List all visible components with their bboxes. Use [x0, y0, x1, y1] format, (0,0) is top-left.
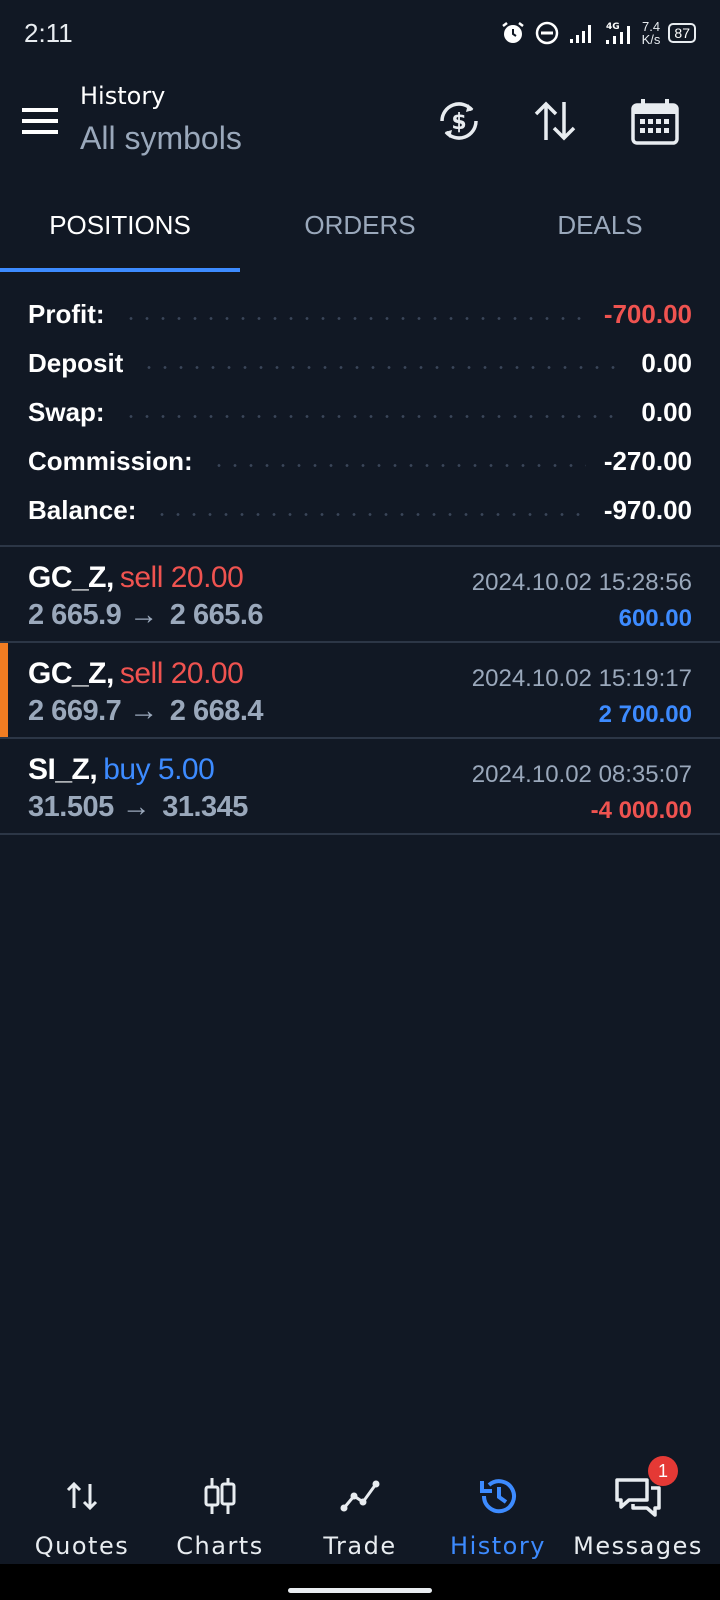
- summary-value: 0.00: [641, 348, 692, 378]
- dotted-leader: [122, 317, 586, 320]
- summary-commission: Commission: -270.00: [28, 437, 692, 486]
- currency-refresh-icon[interactable]: $: [434, 96, 484, 146]
- do-not-disturb-icon: [535, 21, 558, 45]
- deal-symbol: GC_Z, sell 20.00: [28, 561, 244, 594]
- summary-label: Commission:: [28, 446, 193, 476]
- summary-value: -700.00: [603, 299, 692, 329]
- status-time: 2:11: [24, 18, 73, 48]
- alarm-icon: [501, 22, 524, 43]
- unread-badge: 1: [648, 1456, 678, 1486]
- list-item[interactable]: SI_Z, buy 5.00 31.505 → 31.345 2024.10.02 0…: [0, 739, 720, 833]
- tab-orders[interactable]: ORDERS: [240, 190, 480, 268]
- menu-icon[interactable]: [22, 106, 58, 136]
- nav-label: Trade: [323, 1532, 397, 1560]
- nav-messages[interactable]: 1 Messages: [566, 1454, 710, 1564]
- nav-history[interactable]: History: [426, 1454, 570, 1564]
- dotted-leader: [154, 513, 586, 516]
- app-header: History All symbols $: [0, 66, 720, 190]
- trade-icon: [340, 1480, 380, 1512]
- tab-deals[interactable]: DEALS: [480, 190, 720, 268]
- summary-label: Profit:: [28, 299, 105, 329]
- list-item[interactable]: GC_Z, sell 20.00 2 665.9 → 2 665.6 2024.10.…: [0, 547, 720, 641]
- deal-side: buy 5.00: [103, 753, 215, 786]
- tab-positions[interactable]: POSITIONS: [0, 190, 240, 268]
- summary-profit: Profit: -700.00: [28, 290, 692, 339]
- status-bar: 2:11 4G 7.4 K/s 87: [0, 0, 720, 66]
- symbol-filter[interactable]: All symbols: [80, 120, 242, 157]
- charts-icon: [204, 1478, 236, 1514]
- deal-time: 2024.10.02 15:19:17: [471, 665, 692, 692]
- deal-time: 2024.10.02 15:28:56: [471, 569, 692, 596]
- deal-symbol: GC_Z, sell 20.00: [28, 657, 244, 690]
- summary-value: 0.00: [641, 397, 692, 427]
- nav-trade[interactable]: Trade: [288, 1454, 432, 1564]
- network-speed: 7.4 K/s: [641, 19, 661, 47]
- home-indicator[interactable]: [288, 1588, 432, 1593]
- nav-label: History: [450, 1532, 546, 1560]
- deal-profit: 2 700.00: [598, 701, 692, 728]
- nav-label: Messages: [573, 1532, 703, 1560]
- arrow-icon: →: [129, 599, 158, 631]
- page-title: History: [80, 82, 166, 110]
- nav-quotes[interactable]: Quotes: [10, 1454, 154, 1564]
- svg-text:4G: 4G: [606, 22, 620, 32]
- signal-4g-icon: 4G: [605, 22, 630, 44]
- active-tab-indicator: [0, 268, 240, 272]
- list-item[interactable]: GC_Z, sell 20.00 2 669.7 → 2 668.4 2024.10.…: [0, 643, 720, 737]
- deal-prices: 2 665.9 → 2 665.6: [28, 599, 264, 631]
- quotes-icon: [66, 1481, 98, 1511]
- divider: [0, 833, 720, 835]
- sort-icon[interactable]: [530, 96, 580, 146]
- dotted-leader: [141, 366, 624, 369]
- svg-text:$: $: [451, 110, 466, 135]
- nav-charts[interactable]: Charts: [148, 1454, 292, 1564]
- nav-label: Charts: [176, 1532, 264, 1560]
- dotted-leader: [210, 464, 586, 467]
- bottom-navigation: Quotes Charts Trade History 1 Messages: [0, 1454, 720, 1564]
- summary-value: -270.00: [603, 446, 692, 476]
- summary-balance: Balance: -970.00: [28, 486, 692, 535]
- summary-value: -970.00: [603, 495, 692, 525]
- summary-swap: Swap: 0.00: [28, 388, 692, 437]
- dotted-leader: [122, 415, 624, 418]
- status-icons: 4G 7.4 K/s 87: [500, 18, 696, 48]
- deal-prices: 2 669.7 → 2 668.4: [28, 695, 264, 727]
- summary-label: Deposit: [28, 348, 124, 378]
- history-icon: [480, 1479, 516, 1514]
- summary-deposit: Deposit 0.00: [28, 339, 692, 388]
- summary-label: Balance:: [28, 495, 137, 525]
- deal-symbol: SI_Z, buy 5.00: [28, 753, 215, 786]
- deal-profit: 600.00: [618, 605, 692, 632]
- arrow-icon: →: [129, 695, 158, 727]
- summary-label: Swap:: [28, 397, 105, 427]
- deal-side: sell 20.00: [119, 657, 244, 690]
- calendar-icon[interactable]: [630, 96, 680, 146]
- history-tabs: POSITIONS ORDERS DEALS: [0, 190, 720, 272]
- system-navigation-bar: [0, 1564, 720, 1600]
- deal-side: sell 20.00: [119, 561, 244, 594]
- deal-prices: 31.505 → 31.345: [28, 791, 248, 823]
- nav-label: Quotes: [34, 1532, 130, 1560]
- deal-profit: -4 000.00: [590, 797, 692, 824]
- arrow-icon: →: [121, 791, 151, 823]
- deal-time: 2024.10.02 08:35:07: [471, 761, 692, 788]
- summary-panel: Profit: -700.00 Deposit 0.00 Swap: 0.00 …: [28, 290, 692, 535]
- signal-icon: [569, 25, 591, 43]
- selected-marker: [0, 643, 8, 737]
- battery-indicator: 87: [668, 23, 696, 43]
